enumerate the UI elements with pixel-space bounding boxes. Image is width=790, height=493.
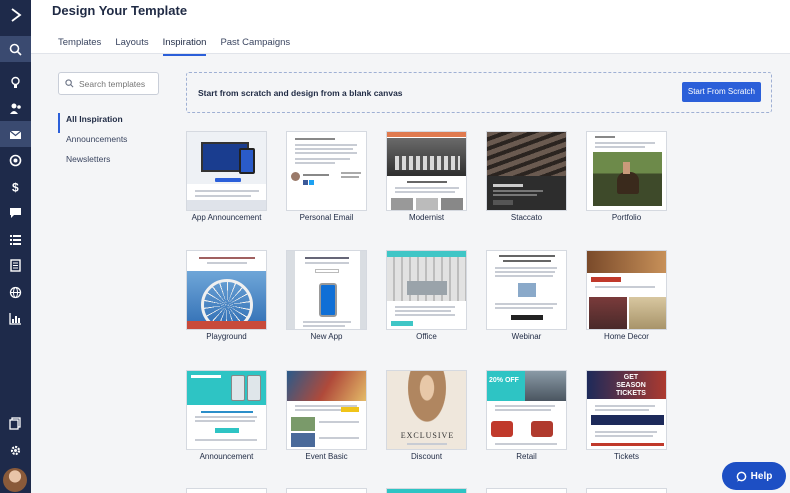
template-personal-email[interactable]: Personal Email [286,131,367,222]
email-icon[interactable] [0,121,31,147]
template-thumbnail [486,131,567,211]
template-webinar[interactable]: Webinar [486,250,567,341]
template-thumbnail: GET SEASON TICKETS [586,370,667,450]
tab-bar: Templates Layouts Inspiration Past Campa… [58,34,304,56]
template-discount[interactable]: EXCLUSIVE Discount [386,370,467,461]
discount-word: EXCLUSIVE [400,431,455,440]
template-thumbnail: EXCLUSIVE [386,370,467,450]
retail-badge: 20% OFF [489,377,519,384]
template-new-app[interactable]: New App [286,250,367,341]
tab-inspiration[interactable]: Inspiration [162,34,207,56]
template-label: Staccato [510,213,543,222]
help-button[interactable]: Help [722,462,786,490]
search-input[interactable] [79,78,157,89]
logo-icon[interactable] [0,0,31,30]
template-staccato[interactable]: Staccato [486,131,567,222]
template-app-announcement[interactable]: App Announcement [186,131,267,222]
pages-icon[interactable] [0,410,31,436]
analytics-icon[interactable] [0,147,31,173]
template-label: Portfolio [611,213,642,222]
template-playground[interactable]: Playground [186,250,267,341]
app: $ Design Your Template Templates Layouts [0,0,790,493]
template-thumbnail [286,370,367,450]
tab-templates[interactable]: Templates [58,34,101,56]
template-label: Tickets [613,452,640,461]
template-event-basic[interactable]: Event Basic [286,370,367,461]
dollar-icon[interactable]: $ [0,173,31,199]
avatar[interactable] [3,468,27,492]
category-all-inspiration[interactable]: All Inspiration [58,113,127,133]
contacts-icon[interactable] [0,95,31,121]
chat-icon[interactable] [0,199,31,225]
template-thumbnail [386,250,467,330]
template-office[interactable]: Office [386,250,467,341]
template-retail[interactable]: 20% OFF Retail [486,370,567,461]
tab-past-campaigns[interactable]: Past Campaigns [220,34,290,56]
left-rail: $ [0,0,31,493]
tab-layouts[interactable]: Layouts [115,34,148,56]
template-label: Office [416,332,437,341]
template-thumbnail: 20% OFF [486,370,567,450]
search-icon [65,79,74,88]
search-box[interactable] [58,72,159,95]
template-thumbnail [286,131,367,211]
template-label: App Announcement [191,213,262,222]
list-icon[interactable] [0,226,31,252]
template-label: New App [310,332,343,341]
document-icon[interactable] [0,252,31,278]
template-label: Webinar [511,332,542,341]
help-label: Help [750,470,773,482]
reports-icon[interactable] [0,305,31,331]
category-newsletters[interactable]: Newsletters [58,153,127,173]
scratch-text: Start from scratch and design from a bla… [198,88,403,98]
template-announcement[interactable]: Announcement [186,370,267,461]
template-thumbnail [186,131,267,211]
template-label: Home Decor [604,332,649,341]
template-thumbnail [186,250,267,330]
template-tickets[interactable]: GET SEASON TICKETS Tickets [586,370,667,461]
category-announcements[interactable]: Announcements [58,133,127,153]
header: Design Your Template Templates Layouts I… [31,0,790,56]
template-portfolio[interactable]: Portfolio [586,131,667,222]
template-thumbnail [586,250,667,330]
lightbulb-icon[interactable] [0,69,31,95]
template-thumbnail-partial[interactable] [586,488,667,493]
category-list: All Inspiration Announcements Newsletter… [58,113,127,173]
template-thumbnail [286,250,367,330]
template-label: Event Basic [305,452,348,461]
template-thumbnail [386,131,467,211]
template-label: Playground [206,332,247,341]
template-thumbnail [486,250,567,330]
globe-icon[interactable] [0,279,31,305]
tickets-banner: GET SEASON TICKETS [616,374,646,397]
gear-icon[interactable] [0,437,31,463]
page-title: Design Your Template [52,3,188,18]
template-label: Announcement [199,452,254,461]
template-thumbnail-partial[interactable] [386,488,467,493]
template-thumbnail-partial[interactable] [186,488,267,493]
template-label: Modernist [408,213,445,222]
template-thumbnail-partial[interactable] [286,488,367,493]
template-modernist[interactable]: Modernist [386,131,467,222]
chat-bubble-icon [736,471,747,482]
svg-text:$: $ [12,180,19,193]
template-home-decor[interactable]: Home Decor [586,250,667,341]
template-thumbnail [586,131,667,211]
template-label: Personal Email [299,213,354,222]
scratch-banner: Start from scratch and design from a bla… [186,72,772,113]
template-thumbnail-partial[interactable] [486,488,567,493]
search-nav-icon[interactable] [0,36,31,62]
template-label: Retail [516,452,537,461]
start-from-scratch-button[interactable]: Start From Scratch [681,82,761,102]
template-thumbnail [186,370,267,450]
template-label: Discount [410,452,443,461]
